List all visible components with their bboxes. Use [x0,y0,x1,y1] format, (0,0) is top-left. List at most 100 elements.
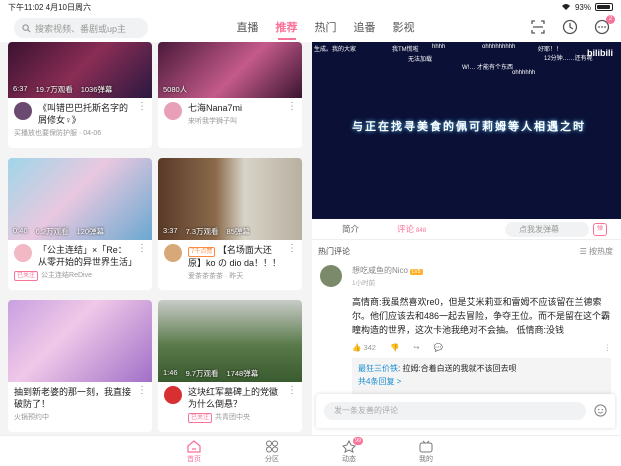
like-button[interactable]: 👍 342 [352,343,376,352]
reply-more[interactable]: 共4条回复 > [358,377,401,386]
danmaku-toggle[interactable]: 弹 [593,223,607,236]
reply-user[interactable]: 最狂三价铁 [358,364,398,373]
more-icon[interactable]: ⋮ [287,386,297,396]
video-title: 七海Nana7mi [188,103,243,113]
tab-hot[interactable]: 热门 [306,14,345,42]
tv-icon [419,440,433,453]
nav-label: 动态 [342,456,356,463]
scan-icon[interactable] [529,18,547,36]
video-stats: 5080人 [163,84,187,95]
video-player[interactable]: 生成。我的大家 我TM慌啦 hhhh ohhhhhhhhh 好耶！！ 无法加载 … [312,42,621,219]
search-input[interactable]: 搜索视频、番剧或up主 [14,18,148,38]
video-card[interactable]: 5080人 七海Nana7mi 来听我学狮子叫 ⋮ [158,42,302,148]
danmaku-item: 好耶！！ [538,47,563,53]
comments-header: 热门评论 [318,247,350,256]
comment-time: 1小时前 [352,280,376,287]
danmaku-count: 1748弹幕 [226,369,259,378]
video-feed: 6:37 19.7万观看 1036弹幕 《叫错巴巴托斯名字的屑修女♀》 买播放也要保… [0,42,312,435]
comment-body: 高情商:我虽然喜欢re0，但是艾米莉亚和雷姆不应该留在兰德索尔。他们应该去和48… [352,297,611,335]
video-title: 「公主连结」×「Re：从零开始的异世界生活」 [38,245,134,267]
video-sub: 公主连结ReDive [41,272,92,279]
dislike-icon[interactable]: 👎 [390,343,399,352]
search-placeholder: 搜索视频、番剧或up主 [35,23,127,34]
video-sub: 来听我学狮子叫 [188,118,237,125]
sort-button[interactable]: ☰ 按热度 [580,246,613,257]
danmaku-item: W!… 才能有个东西 [462,65,513,71]
more-icon[interactable]: ⋮ [287,102,297,112]
more-icon[interactable]: ⋮ [137,244,147,254]
message-icon[interactable]: 2 [593,15,615,36]
status-bar: 下午11:02 4月10日周六 93% [0,0,621,14]
video-thumbnail[interactable]: 6:37 19.7万观看 1036弹幕 [8,42,152,98]
video-card[interactable]: 3:37 7.3万观看 85弹幕 7千点赞 【名场面大还原】ko の dio da！… [158,158,302,290]
video-card[interactable]: 抽到新老婆的那一刻，我直接破防了！ 火锅预约中 ⋮ [8,300,152,432]
share-icon[interactable]: ↪ [413,343,419,352]
video-info: 「公主连结」×「Re：从零开始的异世界生活」 已关注 公主连结ReDive ⋮ [8,240,152,290]
video-card[interactable]: 0:46 6.2万观看 120弹幕 「公主连结」×「Re：从零开始的异世界生活」 已… [8,158,152,290]
home-icon [187,440,201,453]
nav-dynamics[interactable]: 动态 99 [329,437,369,464]
likes-tag: 7千点赞 [188,247,216,257]
video-thumbnail[interactable]: 0:46 6.2万观看 120弹幕 [8,158,152,240]
video-thumbnail[interactable]: 5080人 [158,42,302,98]
more-icon[interactable]: ⋮ [604,343,612,352]
battery-icon [595,3,613,11]
history-icon[interactable] [561,18,579,36]
level-badge: LV5 [410,269,423,275]
danmaku-input[interactable]: 点我发弹幕 [505,222,589,237]
more-icon[interactable]: ⋮ [137,386,147,396]
tab-intro[interactable]: 简介 [342,223,359,235]
view-count: 5080人 [163,85,188,94]
reply-icon[interactable]: 💬 [434,343,443,352]
tab-comments-label: 评论 [397,224,415,234]
nav-label: 我的 [419,456,433,463]
video-thumbnail[interactable] [8,300,152,382]
tab-anime[interactable]: 追番 [345,14,384,42]
tab-live[interactable]: 直播 [228,14,267,42]
duration: 6:37 [13,84,28,93]
nav-mine[interactable]: 我的 [406,440,446,464]
more-icon[interactable]: ⋮ [287,244,297,254]
video-card[interactable]: 6:37 19.7万观看 1036弹幕 《叫错巴巴托斯名字的屑修女♀》 买播放也要保… [8,42,152,148]
video-stats: 0:46 6.2万观看 120弹幕 [13,226,104,237]
nav-home[interactable]: 首页 [174,440,214,464]
category-icon [266,440,278,453]
video-title: 《叫错巴巴托斯名字的屑修女♀》 [38,103,129,125]
avatar[interactable] [164,386,182,404]
nav-label: 分区 [265,456,279,463]
video-sub: 买播放也要保防护服 · 04-06 [14,130,102,137]
duration: 1:46 [163,368,178,377]
avatar[interactable] [14,244,32,262]
followed-tag: 已关注 [188,413,213,423]
video-thumbnail[interactable]: 3:37 7.3万观看 85弹幕 [158,158,302,240]
video-sub: 共青团中央 [215,414,251,421]
nav-category[interactable]: 分区 [252,440,292,464]
comment-input[interactable]: 发一条友善的评论 [324,402,586,420]
tab-comments[interactable]: 评论 848 [397,223,426,235]
video-stats: 1:46 9.7万观看 1748弹幕 [163,368,258,379]
avatar[interactable] [164,244,182,262]
danmaku-count: 120弹幕 [76,227,105,236]
followed-tag: 已关注 [14,271,39,281]
emoji-icon[interactable] [594,404,607,417]
bottom-nav: 首页 分区 动态 99 我的 [0,435,621,466]
sort-label: 按热度 [589,247,613,256]
more-icon[interactable]: ⋮ [137,102,147,112]
video-thumbnail[interactable]: 1:46 9.7万观看 1748弹幕 [158,300,302,382]
tab-recommend[interactable]: 推荐 [267,14,306,42]
avatar[interactable] [164,102,182,120]
status-time: 下午11:02 4月10日周六 [8,2,91,12]
tab-movies[interactable]: 影视 [384,14,423,42]
top-icons: 2 [529,15,615,36]
comment-input-bar: 发一条友善的评论 [316,394,615,428]
video-card[interactable]: 1:46 9.7万观看 1748弹幕 这块红军墓碑上的党徽为什么倒悬？ 已关注 共青团… [158,300,302,432]
comment-item: 想吃咸鱼的Nico LV5 1小时前 高情商:我虽然喜欢re0，但是艾米莉亚和雷姆… [312,265,621,352]
comment-user[interactable]: 想吃咸鱼的Nico [352,266,408,275]
video-stats: 6:37 19.7万观看 1036弹幕 [13,84,112,95]
video-info: 抽到新老婆的那一刻，我直接破防了！ 火锅预约中 ⋮ [8,382,152,432]
like-count: 342 [363,343,376,352]
avatar[interactable] [320,265,342,287]
avatar[interactable] [14,102,32,120]
bilibili-logo: bilibili [587,48,613,58]
video-sub: 爱茶茶茶茶 · 昨天 [188,273,244,280]
